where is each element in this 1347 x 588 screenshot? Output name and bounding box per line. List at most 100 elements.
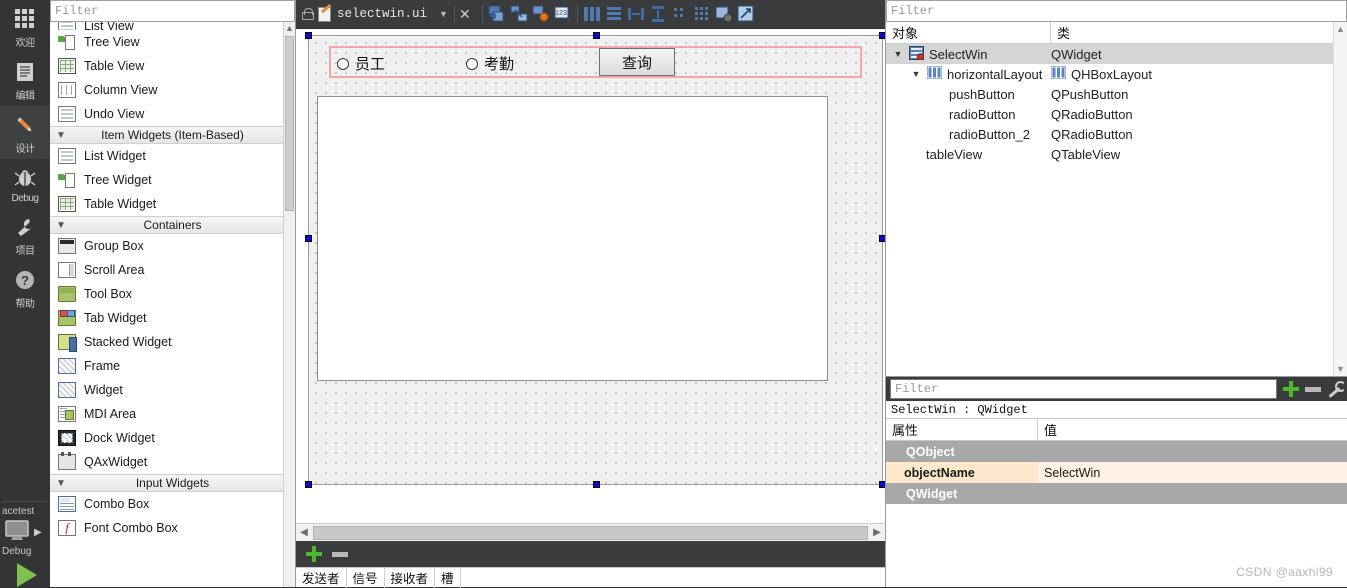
widget-box-scrollbar[interactable]: ▲ bbox=[283, 22, 295, 587]
mode-design[interactable]: 设计 bbox=[0, 106, 50, 159]
plus-icon[interactable] bbox=[1283, 381, 1299, 397]
mode-debug[interactable]: Debug bbox=[0, 159, 50, 208]
widget-item-column-view[interactable]: Column View bbox=[50, 78, 295, 102]
property-editor-col-value[interactable]: 值 bbox=[1038, 419, 1347, 440]
selection-handle-bottom-right[interactable] bbox=[879, 481, 885, 488]
selection-handle-top-left[interactable] bbox=[305, 32, 312, 39]
radio-button-attendance[interactable]: 考勤 bbox=[466, 53, 514, 74]
chevron-right-icon[interactable]: ▶ bbox=[872, 487, 879, 498]
signal-slot-col-receiver[interactable]: 接收者 bbox=[385, 567, 436, 588]
selection-handle-middle-left[interactable] bbox=[305, 235, 312, 242]
plus-icon[interactable] bbox=[306, 546, 322, 562]
scrollbar-thumb[interactable] bbox=[285, 36, 294, 211]
property-group-qobject[interactable]: ▼ QObject bbox=[872, 441, 1347, 462]
widget-group-item-widgets[interactable]: ▼ Item Widgets (Item-Based) bbox=[50, 126, 295, 144]
push-button-query[interactable]: 查询 bbox=[599, 48, 675, 76]
object-inspector-rows[interactable]: ▼ SelectWin QWidget ▼ horizontalLayout Q… bbox=[886, 44, 1347, 376]
mode-welcome[interactable]: 欢迎 bbox=[0, 0, 50, 53]
signal-slot-col-sender[interactable]: 发送者 bbox=[296, 567, 347, 588]
object-inspector-scrollbar[interactable]: ▲ ▼ bbox=[1333, 22, 1347, 376]
canvas-horizontal-scrollbar[interactable]: ◀ ▶ bbox=[296, 523, 885, 541]
object-inspector-filter-input[interactable]: Filter bbox=[886, 0, 1347, 22]
chevron-down-icon[interactable]: ▼ bbox=[892, 49, 904, 59]
scroll-up-arrow-icon[interactable]: ▲ bbox=[1334, 22, 1347, 36]
widget-item-tab-widget[interactable]: Tab Widget bbox=[50, 306, 295, 330]
signal-slot-col-slot[interactable]: 槽 bbox=[435, 567, 461, 588]
widget-item-table-widget[interactable]: Table Widget bbox=[50, 192, 295, 216]
selection-handle-middle-right[interactable] bbox=[879, 235, 885, 242]
mode-help[interactable]: ? 帮助 bbox=[0, 261, 50, 314]
selection-handle-top-center[interactable] bbox=[593, 32, 600, 39]
mode-projects[interactable]: 项目 bbox=[0, 208, 50, 261]
object-row-radiobutton[interactable]: radioButton QRadioButton bbox=[886, 104, 1347, 124]
property-row-objectname[interactable]: objectName SelectWin bbox=[886, 462, 1347, 483]
mode-edit[interactable]: 编辑 bbox=[0, 53, 50, 106]
layout-form-button[interactable] bbox=[669, 3, 691, 25]
widget-group-input-widgets[interactable]: ▼ Input Widgets bbox=[50, 474, 295, 492]
widget-item-frame[interactable]: Frame bbox=[50, 354, 295, 378]
widget-item-group-box[interactable]: Group Box bbox=[50, 234, 295, 258]
scroll-down-arrow-icon[interactable]: ▼ bbox=[1334, 362, 1347, 376]
edit-signals-slots-button[interactable] bbox=[508, 3, 530, 25]
object-row-horizontallayout[interactable]: ▼ horizontalLayout QHBoxLayout bbox=[886, 64, 1347, 84]
property-editor-col-property[interactable]: 属性 bbox=[886, 419, 1038, 440]
object-row-selectwin[interactable]: ▼ SelectWin QWidget bbox=[886, 44, 1347, 64]
scrollbar-thumb[interactable] bbox=[313, 525, 868, 540]
object-row-radiobutton-2[interactable]: radioButton_2 QRadioButton bbox=[886, 124, 1347, 144]
object-inspector-col-object[interactable]: 对象 bbox=[886, 22, 1051, 43]
edit-widgets-button[interactable] bbox=[486, 3, 508, 25]
edit-buddies-button[interactable] bbox=[530, 3, 552, 25]
widget-group-containers[interactable]: ▼ Containers bbox=[50, 216, 295, 234]
layout-splitter-vertical-button[interactable] bbox=[647, 3, 669, 25]
widget-item-combo-box[interactable]: Combo Box bbox=[50, 492, 295, 516]
widget-item-list-widget[interactable]: List Widget bbox=[50, 144, 295, 168]
widget-item-tool-box[interactable]: Tool Box bbox=[50, 282, 295, 306]
chevron-down-icon[interactable]: ▼ bbox=[433, 9, 454, 19]
signal-slot-col-signal[interactable]: 信号 bbox=[347, 567, 385, 588]
form-canvas[interactable]: 员工 考勤 查询 bbox=[296, 28, 885, 523]
widget-box-list[interactable]: List View Tree View Table View Column Vi… bbox=[50, 22, 295, 587]
widget-box-filter-input[interactable]: Filter bbox=[50, 0, 295, 22]
widget-item-undo-view[interactable]: Undo View bbox=[50, 102, 295, 126]
selection-handle-top-right[interactable] bbox=[879, 32, 885, 39]
radio-button-employee[interactable]: 员工 bbox=[337, 53, 385, 74]
target-selector[interactable]: ▶ bbox=[0, 517, 50, 546]
widget-item-widget[interactable]: Widget bbox=[50, 378, 295, 402]
form-widget-selectwin[interactable]: 员工 考勤 查询 bbox=[305, 32, 885, 488]
widget-item-table-view[interactable]: Table View bbox=[50, 54, 295, 78]
property-group-qwidget[interactable]: ▶ QWidget bbox=[872, 483, 1347, 504]
property-editor-filter-input[interactable]: Filter bbox=[890, 379, 1277, 399]
layout-vertically-button[interactable] bbox=[603, 3, 625, 25]
widget-item-scroll-area[interactable]: Scroll Area bbox=[50, 258, 295, 282]
widget-item-font-combo-box[interactable]: f Font Combo Box bbox=[50, 516, 295, 540]
scroll-up-arrow-icon[interactable]: ▲ bbox=[284, 22, 295, 34]
break-layout-button[interactable] bbox=[713, 3, 735, 25]
widget-item-qax-widget[interactable]: QAxWidget bbox=[50, 450, 295, 474]
property-value-objectname[interactable]: SelectWin bbox=[1038, 462, 1347, 483]
unlocked-padlock-icon[interactable] bbox=[302, 8, 314, 20]
layout-grid-button[interactable] bbox=[691, 3, 713, 25]
widget-item-stacked-widget[interactable]: Stacked Widget bbox=[50, 330, 295, 354]
chevron-down-icon[interactable]: ▼ bbox=[872, 445, 881, 455]
scroll-left-arrow-icon[interactable]: ◀ bbox=[296, 527, 312, 538]
minus-icon[interactable] bbox=[332, 551, 348, 557]
wrench-icon[interactable] bbox=[1327, 381, 1346, 397]
run-triangle-icon[interactable] bbox=[17, 563, 37, 587]
object-inspector-col-class[interactable]: 类 bbox=[1051, 22, 1347, 43]
scroll-right-arrow-icon[interactable]: ▶ bbox=[869, 527, 885, 538]
widget-item-tree-view[interactable]: Tree View bbox=[50, 30, 295, 54]
close-icon[interactable]: ✕ bbox=[453, 5, 479, 23]
chevron-down-icon[interactable]: ▼ bbox=[910, 69, 922, 79]
widget-item-dock-widget[interactable]: Dock Widget bbox=[50, 426, 295, 450]
object-row-tableview[interactable]: tableView QTableView bbox=[886, 144, 1347, 164]
layout-horizontally-button[interactable] bbox=[581, 3, 603, 25]
editor-tab-selectwin[interactable]: selectwin.ui bbox=[296, 0, 433, 28]
selection-handle-bottom-center[interactable] bbox=[593, 481, 600, 488]
minus-icon[interactable] bbox=[1305, 386, 1321, 392]
widget-item-tree-widget[interactable]: Tree Widget bbox=[50, 168, 295, 192]
widget-item-mdi-area[interactable]: MDI Area bbox=[50, 402, 295, 426]
widget-item-list-view[interactable]: List View bbox=[50, 22, 295, 30]
object-row-pushbutton[interactable]: pushButton QPushButton bbox=[886, 84, 1347, 104]
layout-splitter-horizontal-button[interactable] bbox=[625, 3, 647, 25]
edit-tab-order-button[interactable]: 123 bbox=[552, 3, 574, 25]
